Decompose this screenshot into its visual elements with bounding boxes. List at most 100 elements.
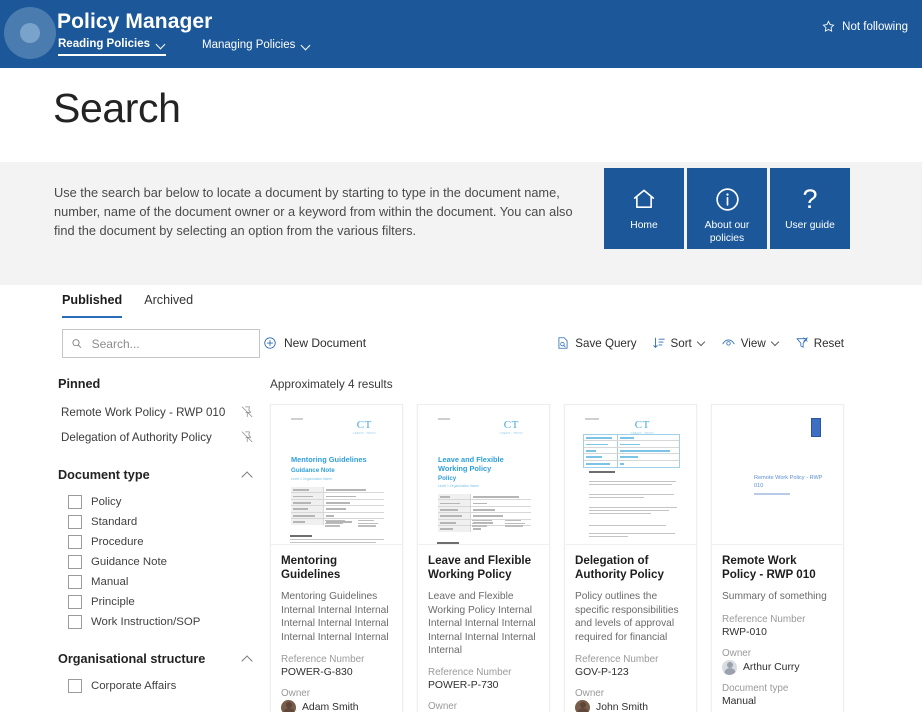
result-card[interactable]: CT CREDIT • TRUST Leave and Flexible Wor… <box>417 404 550 712</box>
search-input[interactable] <box>89 335 251 352</box>
result-card[interactable]: CT CREDIT • TRUST Mentoring Guidelines G… <box>270 404 403 712</box>
checkbox[interactable] <box>68 575 82 589</box>
document-type-value: Manual <box>722 695 757 707</box>
reference-number-value: POWER-G-830 <box>281 667 353 679</box>
card-summary: Summary of something <box>722 591 827 603</box>
filter-option-guidance-note[interactable]: Guidance Note <box>58 552 254 572</box>
card-summary: Policy outlines the specific responsibil… <box>575 591 679 643</box>
checkbox[interactable] <box>68 535 82 549</box>
filter-option-corporate-affairs[interactable]: Corporate Affairs <box>58 676 254 696</box>
pinned-item-delegation-of-authority[interactable]: Delegation of Authority Policy <box>58 426 254 448</box>
nav-item-managing-policies[interactable]: Managing Policies <box>202 39 311 55</box>
thumb-heading: Mentoring Guidelines <box>291 455 367 464</box>
eye-icon <box>722 339 735 346</box>
organisational-structure-heading-label: Organisational structure <box>58 652 206 666</box>
result-card[interactable]: Remote Work Policy - RWP 010 Remote Work… <box>711 404 844 712</box>
tile-about-our-policies[interactable]: About our policies <box>687 168 767 249</box>
chevron-down-icon[interactable] <box>157 40 166 49</box>
filter-option-manual[interactable]: Manual <box>58 572 254 592</box>
filter-option-procedure[interactable]: Procedure <box>58 532 254 552</box>
sort-icon <box>652 337 665 348</box>
checkbox[interactable] <box>68 679 82 693</box>
results-card-grid: CT CREDIT • TRUST Mentoring Guidelines G… <box>270 404 922 712</box>
tile-home[interactable]: Home <box>604 168 684 249</box>
filter-option-label: Standard <box>91 516 138 528</box>
chevron-down-icon[interactable] <box>772 339 780 347</box>
pinned-item-remote-work-policy[interactable]: Remote Work Policy - RWP 010 <box>58 401 254 423</box>
card-body: Mentoring Guidelines Mentoring Guideline… <box>271 545 402 712</box>
ct-logo: CT CREDIT • TRUST <box>630 419 654 436</box>
save-query-label: Save Query <box>575 336 637 350</box>
unpin-icon[interactable] <box>240 430 254 444</box>
filter-option-label: Guidance Note <box>91 556 167 568</box>
chevron-down-icon[interactable] <box>302 41 311 50</box>
result-tabs: Published Archived <box>62 293 193 318</box>
card-title: Leave and Flexible Working Policy <box>428 554 532 582</box>
results-count: Approximately 4 results <box>270 377 393 391</box>
pinned-heading: Pinned <box>58 377 254 391</box>
owner-label: Owner <box>722 647 752 659</box>
owner-label: Owner <box>428 701 458 712</box>
sort-button[interactable]: Sort <box>652 336 706 350</box>
filter-option-work-instruction-sop[interactable]: Work Instruction/SOP <box>58 612 254 632</box>
save-query-button[interactable]: Save Query <box>556 336 637 350</box>
search-box[interactable] <box>62 329 260 358</box>
reset-button[interactable]: Reset <box>795 336 844 350</box>
checkbox[interactable] <box>68 555 82 569</box>
filter-option-policy[interactable]: Policy <box>58 492 254 512</box>
home-icon <box>630 182 658 216</box>
not-following-button[interactable]: Not following <box>822 20 908 33</box>
document-type-heading[interactable]: Document type <box>58 468 254 482</box>
nav-item-reading-policies[interactable]: Reading Policies <box>58 38 167 56</box>
intro-text: Use the search bar below to locate a doc… <box>54 185 573 238</box>
filter-option-principle[interactable]: Principle <box>58 592 254 612</box>
tile-user-guide[interactable]: ? User guide <box>770 168 850 249</box>
main-content: Published Archived New Document Save Que… <box>0 285 922 712</box>
app-header: Policy Manager Reading Policies Managing… <box>0 0 922 68</box>
filter-option-label: Corporate Affairs <box>91 680 177 692</box>
owner-row: Adam Smith <box>281 700 392 712</box>
chevron-up-icon[interactable] <box>242 654 254 664</box>
avatar <box>281 700 296 712</box>
tab-published[interactable]: Published <box>62 293 123 318</box>
filter-option-standard[interactable]: Standard <box>58 512 254 532</box>
reference-number-label: Reference Number <box>281 654 365 666</box>
filter-option-label: Work Instruction/SOP <box>91 616 201 628</box>
plus-circle-icon <box>264 337 276 349</box>
card-summary: Leave and Flexible Working Policy Intern… <box>428 591 536 657</box>
checkbox[interactable] <box>68 515 82 529</box>
view-button[interactable]: View <box>721 336 780 350</box>
circle-logo <box>4 7 56 59</box>
new-document-button[interactable]: New Document <box>263 336 366 350</box>
app-title: Policy Manager <box>57 10 213 33</box>
document-thumbnail: CT CREDIT • TRUST <box>565 405 696 545</box>
filter-option-label: Principle <box>91 596 135 608</box>
checkbox[interactable] <box>68 495 82 509</box>
blue-logo-block <box>811 418 821 437</box>
card-title: Remote Work Policy - RWP 010 <box>722 554 816 582</box>
result-card[interactable]: CT CREDIT • TRUST Delegation of Authorit… <box>564 404 697 712</box>
owner-label: Owner <box>281 688 311 700</box>
view-label: View <box>740 336 766 350</box>
new-document-label: New Document <box>284 336 367 350</box>
info-circle-icon <box>714 182 741 216</box>
star-outline-icon <box>822 20 835 32</box>
chevron-up-icon[interactable] <box>242 470 254 480</box>
checkbox[interactable] <box>68 615 82 629</box>
organisational-structure-heading[interactable]: Organisational structure <box>58 652 254 666</box>
filter-rail: Pinned Remote Work Policy - RWP 010 Dele… <box>58 377 254 696</box>
tab-archived[interactable]: Archived <box>144 293 193 318</box>
checkbox[interactable] <box>68 595 82 609</box>
owner-name: Adam Smith <box>302 702 359 712</box>
chevron-down-icon[interactable] <box>698 339 706 347</box>
sort-label: Sort <box>670 336 692 350</box>
reference-number-label: Reference Number <box>575 654 659 666</box>
avatar <box>575 700 590 712</box>
unpin-icon[interactable] <box>240 405 254 419</box>
results-area: Approximately 4 results CT CREDIT • TRUS… <box>270 377 922 712</box>
ct-logo-text: CT <box>503 419 519 431</box>
ct-logo-text: CT <box>356 419 372 431</box>
filter-option-label: Policy <box>91 496 122 508</box>
pinned-item-label: Remote Work Policy - RWP 010 <box>61 405 226 419</box>
nav-item-label: Reading Policies <box>58 38 151 50</box>
